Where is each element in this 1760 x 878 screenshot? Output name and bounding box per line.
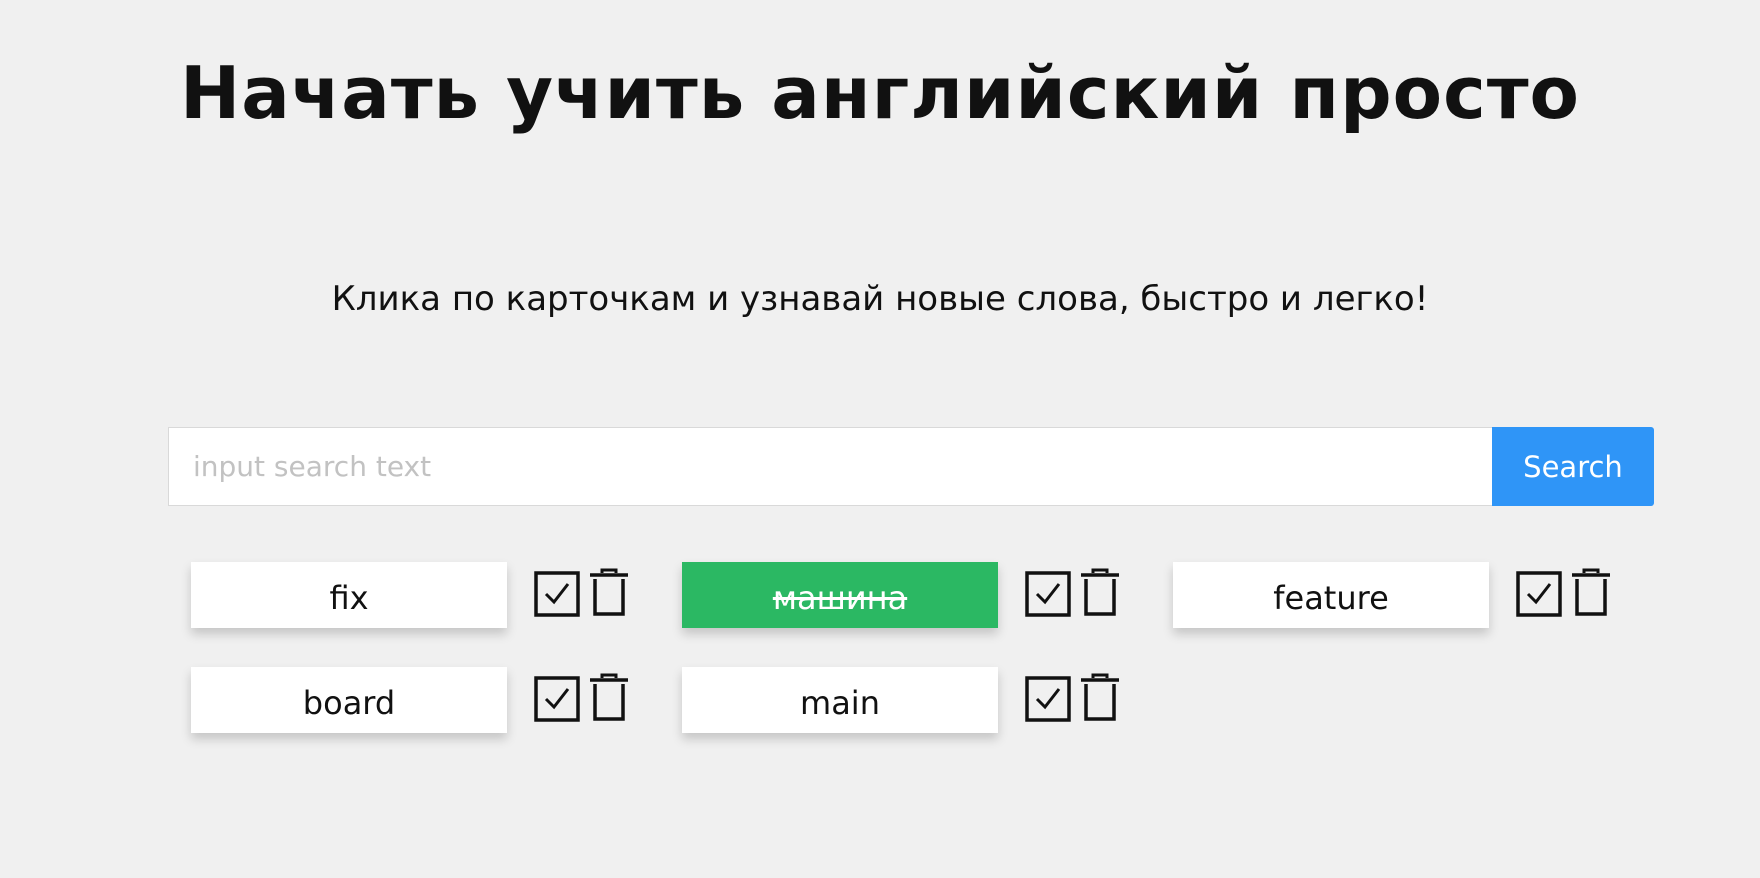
check-square-icon[interactable] bbox=[1024, 675, 1072, 723]
page-title: Начать учить английский просто bbox=[179, 51, 1581, 135]
card-word: машина bbox=[772, 579, 908, 617]
card-item: fix bbox=[191, 562, 651, 628]
card-item: board bbox=[191, 667, 651, 733]
card-item: feature bbox=[1173, 562, 1633, 628]
card-word: fix bbox=[329, 579, 369, 617]
card-actions bbox=[533, 567, 631, 618]
card-actions bbox=[1024, 567, 1122, 618]
check-square-icon[interactable] bbox=[533, 570, 581, 618]
search-input[interactable] bbox=[168, 427, 1492, 506]
card-actions bbox=[1515, 567, 1613, 618]
word-card[interactable]: board bbox=[191, 667, 507, 733]
page-subtitle: Клика по карточкам и узнавай новые слова… bbox=[331, 279, 1429, 319]
card-actions bbox=[1024, 672, 1122, 723]
card-word: main bbox=[800, 684, 880, 722]
card-word: board bbox=[302, 684, 396, 722]
trash-icon[interactable] bbox=[1078, 672, 1122, 722]
check-square-icon[interactable] bbox=[1515, 570, 1563, 618]
word-card[interactable]: машина bbox=[682, 562, 998, 628]
trash-icon[interactable] bbox=[587, 672, 631, 722]
word-card[interactable]: feature bbox=[1173, 562, 1489, 628]
search-button[interactable]: Search bbox=[1492, 427, 1654, 506]
check-square-icon[interactable] bbox=[1024, 570, 1072, 618]
card-item: машина bbox=[682, 562, 1142, 628]
trash-icon[interactable] bbox=[1569, 567, 1613, 617]
card-word: feature bbox=[1273, 579, 1389, 617]
check-square-icon[interactable] bbox=[533, 675, 581, 723]
trash-icon[interactable] bbox=[1078, 567, 1122, 617]
word-card[interactable]: main bbox=[682, 667, 998, 733]
word-card[interactable]: fix bbox=[191, 562, 507, 628]
search-bar: Search bbox=[168, 427, 1654, 506]
card-actions bbox=[533, 672, 631, 723]
card-item: main bbox=[682, 667, 1142, 733]
trash-icon[interactable] bbox=[587, 567, 631, 617]
